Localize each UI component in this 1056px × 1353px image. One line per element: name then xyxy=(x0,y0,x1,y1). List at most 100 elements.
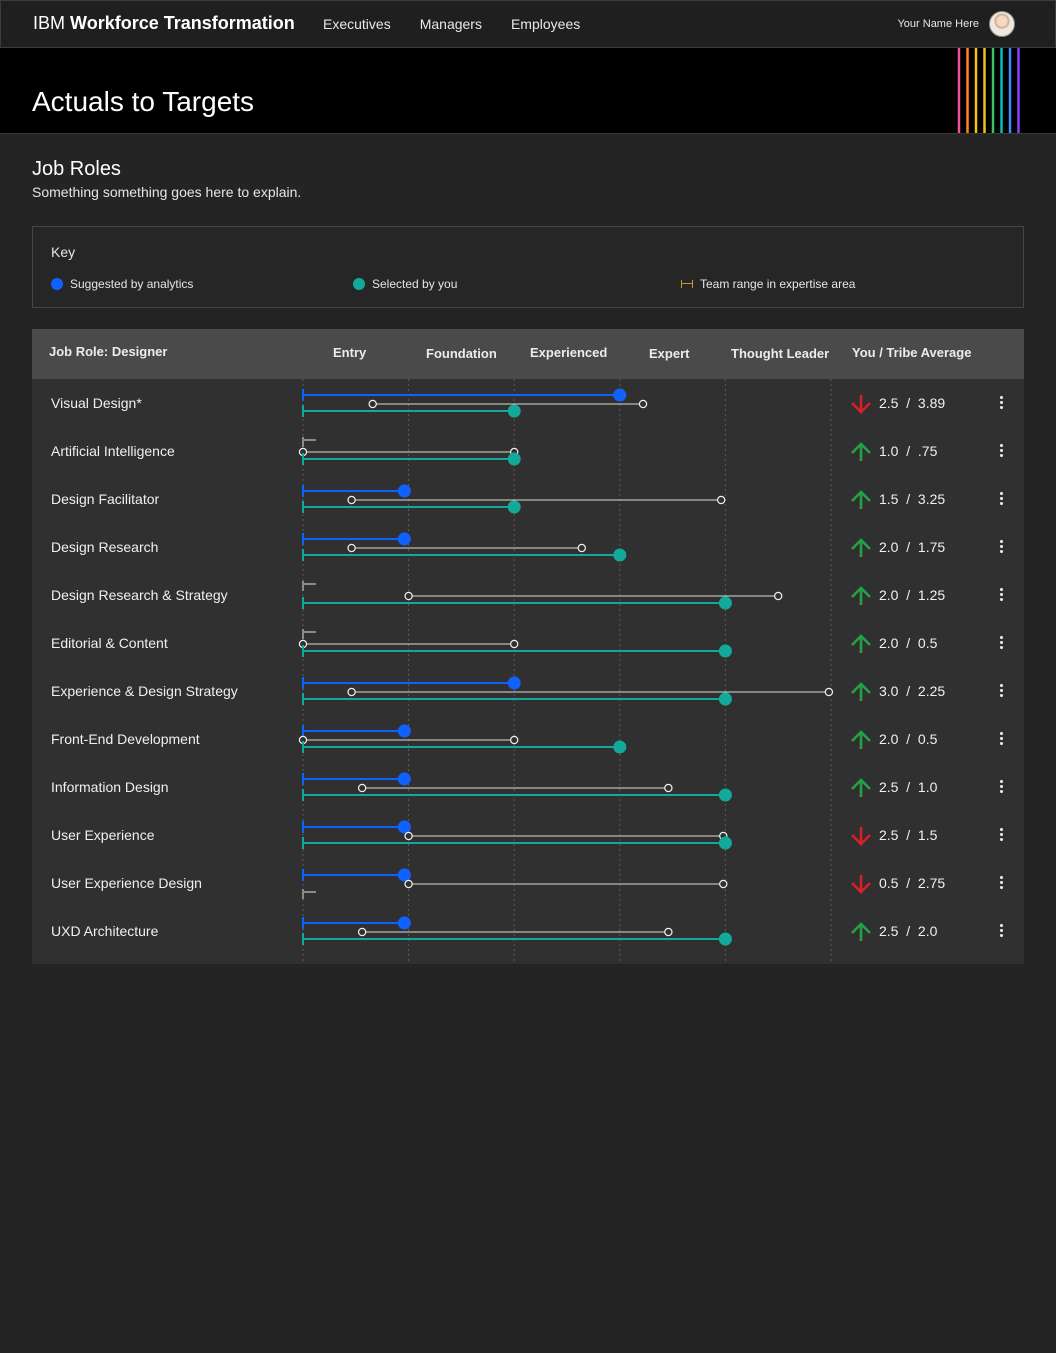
you-tribe-values: 2.5 / 3.89 xyxy=(879,395,945,411)
suggested-dot xyxy=(397,820,411,834)
nav-link-executives[interactable]: Executives xyxy=(323,16,391,32)
range-bracket-icon xyxy=(681,280,693,288)
you-value: 2.5 xyxy=(879,827,899,843)
tribe-average-value: 1.75 xyxy=(917,539,946,555)
overflow-menu-icon[interactable] xyxy=(994,874,1008,892)
key-title: Key xyxy=(51,244,76,260)
value-separator: / xyxy=(898,491,918,507)
expertise-chart xyxy=(298,379,834,964)
app-brand[interactable]: IBM Workforce Transformation xyxy=(33,13,295,34)
value-separator: / xyxy=(898,683,918,699)
you-value: 3.0 xyxy=(879,683,899,699)
overflow-menu-icon[interactable] xyxy=(994,394,1008,412)
team-range-min-marker xyxy=(357,783,367,793)
overflow-menu-icon[interactable] xyxy=(994,730,1008,748)
arrow-up-icon xyxy=(848,536,874,560)
value-separator: / xyxy=(898,731,918,747)
suggested-dot xyxy=(397,532,411,546)
you-value: 2.0 xyxy=(879,539,899,555)
team-range-min-marker xyxy=(404,879,413,889)
you-tribe-values: 2.5 / 1.0 xyxy=(879,779,937,795)
you-value: 1.5 xyxy=(879,491,899,507)
row-label: User Experience xyxy=(51,827,155,843)
arrow-up-icon xyxy=(848,680,874,704)
user-name: Your Name Here xyxy=(897,18,979,30)
tribe-average-value: 3.25 xyxy=(917,491,946,507)
overflow-menu-icon[interactable] xyxy=(994,634,1008,652)
tribe-average-value: 1.5 xyxy=(917,827,938,843)
arrow-down-icon xyxy=(848,872,874,896)
overflow-menu-icon[interactable] xyxy=(994,538,1008,556)
page-title: Actuals to Targets xyxy=(32,86,255,117)
team-range-min-marker xyxy=(347,495,356,505)
overflow-menu-icon[interactable] xyxy=(994,922,1008,940)
overflow-menu-icon[interactable] xyxy=(994,586,1008,604)
selected-dot xyxy=(718,932,732,946)
you-value: 0.5 xyxy=(879,875,899,891)
page-header: Actuals to Targets xyxy=(0,48,1056,134)
teal-dot-icon xyxy=(353,278,365,290)
arrow-up-icon xyxy=(848,632,874,656)
you-tribe-values: 2.5 / 2.0 xyxy=(879,923,937,939)
selected-dot xyxy=(718,836,732,850)
suggested-empty-marker xyxy=(302,629,316,639)
blue-dot-icon xyxy=(51,278,63,290)
tribe-average-value: 0.5 xyxy=(917,635,938,651)
arrow-up-icon xyxy=(848,440,874,464)
key-label-suggested: Suggested by analytics xyxy=(70,277,194,291)
overflow-menu-icon[interactable] xyxy=(994,778,1008,796)
you-value: 2.5 xyxy=(879,395,899,411)
section-subtitle: Something something goes here to explain… xyxy=(32,184,302,200)
top-navigation: IBM Workforce Transformation Executives … xyxy=(0,0,1056,48)
you-tribe-values: 2.0 / 1.25 xyxy=(879,587,945,603)
team-range-max-marker xyxy=(716,495,726,505)
rainbow-stripes-decoration xyxy=(957,48,1020,133)
suggested-dot xyxy=(507,676,521,690)
overflow-menu-icon[interactable] xyxy=(994,682,1008,700)
row-label: Design Research xyxy=(51,539,159,555)
value-separator: / xyxy=(898,635,918,651)
arrow-down-icon xyxy=(848,392,874,416)
user-menu[interactable]: Your Name Here xyxy=(897,11,1015,37)
suggested-dot xyxy=(397,484,411,498)
selected-dot xyxy=(507,452,521,466)
value-separator: / xyxy=(898,923,918,939)
overflow-menu-icon[interactable] xyxy=(994,826,1008,844)
row-label: Front-End Development xyxy=(51,731,200,747)
value-separator: / xyxy=(898,587,918,603)
nav-links: Executives Managers Employees xyxy=(323,16,609,32)
team-range-max-marker xyxy=(664,927,673,937)
avatar[interactable] xyxy=(989,11,1015,37)
row-label: Experience & Design Strategy xyxy=(51,683,238,699)
value-separator: / xyxy=(898,443,918,459)
row-label: Visual Design* xyxy=(51,395,142,411)
selected-dot xyxy=(718,596,732,610)
key-item-selected: Selected by you xyxy=(353,277,457,291)
brand-name: Workforce Transformation xyxy=(70,13,295,33)
key-label-team-range: Team range in expertise area xyxy=(700,277,856,291)
you-tribe-values: 0.5 / 2.75 xyxy=(879,875,945,891)
suggested-empty-marker xyxy=(302,437,316,447)
selected-dot xyxy=(613,740,627,754)
arrow-up-icon xyxy=(848,728,874,752)
team-range-max-marker xyxy=(664,783,673,793)
row-label: Information Design xyxy=(51,779,169,795)
tribe-average-value: 1.25 xyxy=(917,587,946,603)
value-separator: / xyxy=(898,875,918,891)
job-roles-table: Job Role: Designer Entry Foundation Expe… xyxy=(32,329,1024,964)
team-range-min-marker xyxy=(404,591,413,601)
suggested-dot xyxy=(613,388,627,402)
row-label: Editorial & Content xyxy=(51,635,168,651)
nav-link-managers[interactable]: Managers xyxy=(420,16,482,32)
suggested-dot xyxy=(397,916,411,930)
nav-link-employees[interactable]: Employees xyxy=(511,16,580,32)
key-item-team-range: Team range in expertise area xyxy=(681,277,855,291)
value-separator: / xyxy=(898,827,918,843)
team-range-min-marker xyxy=(368,399,377,409)
overflow-menu-icon[interactable] xyxy=(994,490,1008,508)
selected-dot xyxy=(507,500,521,514)
team-range-max-marker xyxy=(577,543,586,553)
key-panel: Key Suggested by analytics Selected by y… xyxy=(32,226,1024,308)
you-tribe-values: 3.0 / 2.25 xyxy=(879,683,945,699)
overflow-menu-icon[interactable] xyxy=(994,442,1008,460)
